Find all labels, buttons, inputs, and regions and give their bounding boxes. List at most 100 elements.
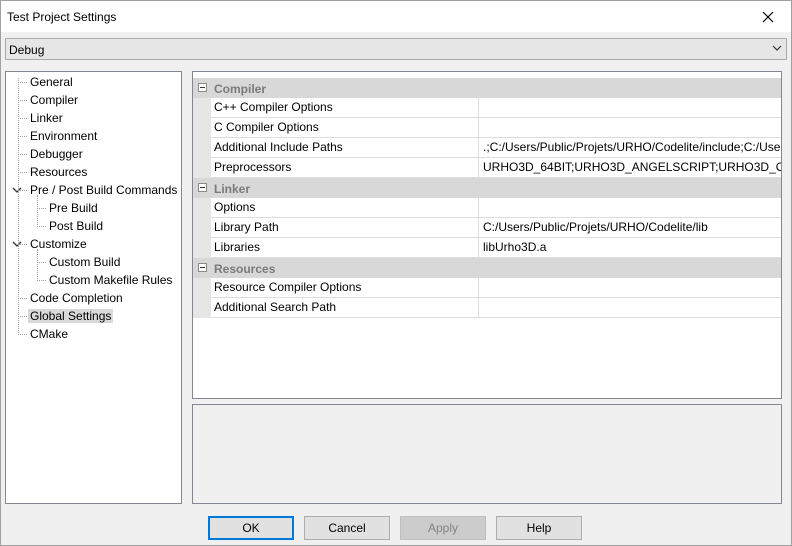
chevron-down-icon[interactable] — [12, 239, 22, 249]
category-label: Compiler — [214, 82, 267, 96]
property-name: Options — [211, 198, 479, 218]
property-value[interactable]: URHO3D_64BIT;URHO3D_ANGELSCRIPT;URHO3D_O… — [479, 158, 781, 178]
window-title: Test Project Settings — [7, 10, 117, 24]
tree-item-label: Resources — [30, 165, 88, 179]
tree-connector — [18, 334, 27, 335]
settings-tree: General Compiler Linker Environment Debugger… — [5, 71, 182, 504]
tree-item-label: Custom Build — [49, 255, 121, 269]
apply-button[interactable]: Apply — [400, 516, 486, 540]
tree-item-label: Custom Makefile Rules — [49, 273, 173, 287]
tree-item-environment[interactable]: Environment — [28, 127, 99, 145]
tree-item-label: Code Completion — [30, 291, 123, 305]
collapse-icon[interactable] — [198, 183, 207, 192]
property-row[interactable]: Resource Compiler Options — [193, 278, 781, 298]
tree-item-label: Environment — [30, 129, 98, 143]
tree-item-label: Pre Build — [49, 201, 98, 215]
tree-item-custom-makefile-rules[interactable]: Custom Makefile Rules — [47, 271, 174, 289]
tree-item-debugger[interactable]: Debugger — [28, 145, 85, 163]
chevron-down-icon — [772, 45, 782, 51]
property-description-panel — [192, 404, 782, 504]
category-resources[interactable]: Resources — [193, 258, 781, 278]
tree-item-label: Post Build — [49, 219, 104, 233]
tree-item-label: Linker — [30, 111, 63, 125]
property-value[interactable] — [479, 98, 781, 118]
category-linker[interactable]: Linker — [193, 178, 781, 198]
property-row[interactable]: Preprocessors URHO3D_64BIT;URHO3D_ANGELSC… — [193, 158, 781, 178]
property-name: C Compiler Options — [211, 118, 479, 138]
tree-item-label: Global Settings — [28, 309, 114, 323]
tree-item-label: Compiler — [30, 93, 79, 107]
row-gutter — [193, 238, 211, 258]
tree-item-label: CMake — [30, 327, 69, 341]
chevron-down-icon[interactable] — [12, 185, 22, 195]
property-name: Library Path — [211, 218, 479, 238]
property-row[interactable]: Libraries libUrho3D.a — [193, 238, 781, 258]
tree-connector — [37, 280, 46, 281]
tree-item-custom-build[interactable]: Custom Build — [47, 253, 122, 271]
tree-connector — [37, 195, 38, 227]
property-value[interactable] — [479, 118, 781, 138]
tree-connector — [18, 154, 27, 155]
project-settings-dialog: Test Project Settings Debug General Compi… — [0, 0, 792, 546]
row-gutter — [193, 198, 211, 218]
property-row[interactable]: C++ Compiler Options — [193, 98, 781, 118]
tree-connector — [37, 262, 46, 263]
tree-item-resources[interactable]: Resources — [28, 163, 89, 181]
property-row[interactable]: Library Path C:/Users/Public/Projets/URHO… — [193, 218, 781, 238]
property-value[interactable]: libUrho3D.a — [479, 238, 781, 258]
row-gutter — [193, 278, 211, 298]
category-label: Linker — [214, 182, 251, 196]
close-icon — [762, 11, 774, 22]
row-gutter — [193, 298, 211, 318]
property-value[interactable] — [479, 298, 781, 318]
tree-item-label: Pre / Post Build Commands — [30, 183, 178, 197]
property-name: Libraries — [211, 238, 479, 258]
property-value[interactable]: C:/Users/Public/Projets/URHO/Codelite/li… — [479, 218, 781, 238]
row-gutter — [193, 158, 211, 178]
tree-item-label: General — [30, 75, 73, 89]
tree-item-pre-build[interactable]: Pre Build — [47, 199, 100, 217]
property-value[interactable] — [479, 198, 781, 218]
property-name: Preprocessors — [211, 158, 479, 178]
title-bar: Test Project Settings — [1, 1, 791, 32]
property-row[interactable]: C Compiler Options — [193, 118, 781, 138]
configuration-dropdown[interactable]: Debug — [5, 38, 787, 60]
tree-connector — [37, 226, 46, 227]
collapse-icon[interactable] — [198, 83, 207, 92]
tree-connector — [18, 82, 27, 83]
close-button[interactable] — [745, 1, 791, 32]
property-value[interactable] — [479, 278, 781, 298]
tree-item-compiler[interactable]: Compiler — [28, 91, 80, 109]
configuration-value: Debug — [9, 43, 45, 57]
property-row[interactable]: Additional Include Paths .;C:/Users/Publi… — [193, 138, 781, 158]
tree-connector — [18, 136, 27, 137]
help-button[interactable]: Help — [496, 516, 582, 540]
category-label: Resources — [214, 262, 276, 276]
tree-connector — [18, 298, 27, 299]
property-name: C++ Compiler Options — [211, 98, 479, 118]
property-value[interactable]: .;C:/Users/Public/Projets/URHO/Codelite/… — [479, 138, 781, 158]
collapse-icon[interactable] — [198, 263, 207, 272]
tree-item-code-completion[interactable]: Code Completion — [28, 289, 125, 307]
tree-item-cmake[interactable]: CMake — [28, 325, 70, 343]
property-row[interactable]: Additional Search Path — [193, 298, 781, 318]
row-gutter — [193, 218, 211, 238]
tree-item-general[interactable]: General — [28, 73, 75, 91]
tree-connector — [37, 249, 38, 281]
property-row[interactable]: Options — [193, 198, 781, 218]
category-compiler[interactable]: Compiler — [193, 78, 781, 98]
tree-item-label: Debugger — [30, 147, 83, 161]
row-gutter — [193, 138, 211, 158]
tree-connector — [18, 78, 19, 335]
cancel-button[interactable]: Cancel — [304, 516, 390, 540]
tree-item-pre-post-build-commands[interactable]: Pre / Post Build Commands — [28, 181, 179, 199]
property-name: Additional Include Paths — [211, 138, 479, 158]
tree-connector — [37, 208, 46, 209]
tree-item-linker[interactable]: Linker — [28, 109, 65, 127]
tree-item-post-build[interactable]: Post Build — [47, 217, 105, 235]
tree-item-global-settings[interactable]: Global Settings — [28, 307, 114, 325]
property-name: Additional Search Path — [211, 298, 479, 318]
ok-button[interactable]: OK — [208, 516, 294, 540]
property-grid: Compiler C++ Compiler Options C Compiler O… — [192, 71, 782, 399]
tree-connector — [18, 100, 27, 101]
